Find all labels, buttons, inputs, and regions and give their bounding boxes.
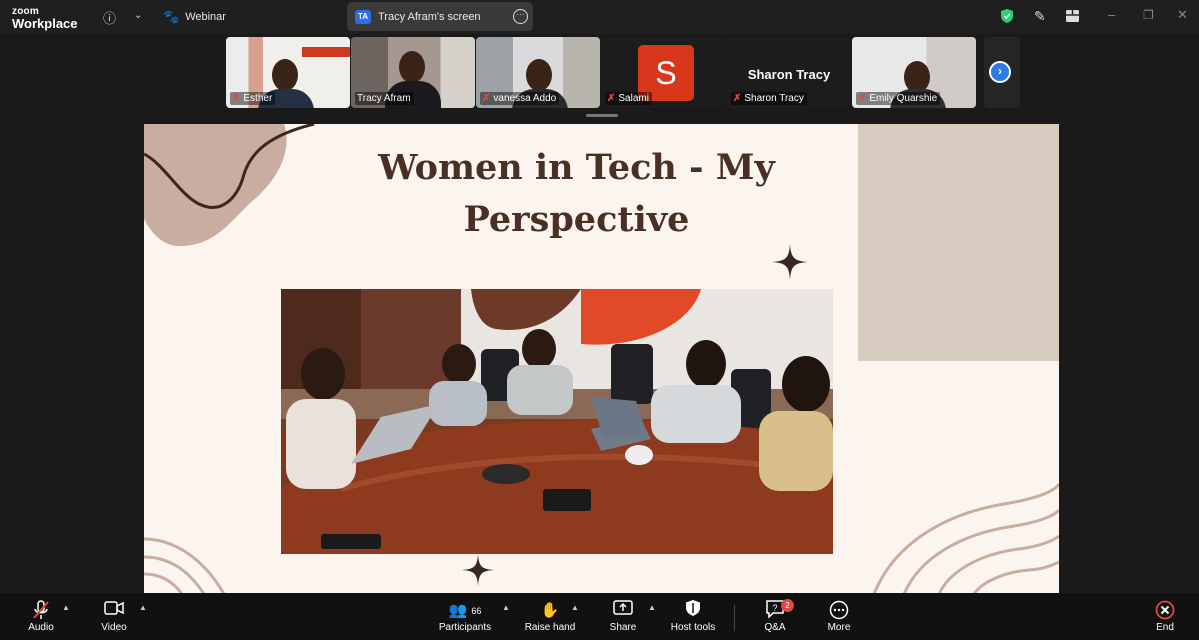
- meeting-toolbar: Audio ▲ Video ▲ 👥 66 Participants ▲ ✋ Ra…: [0, 593, 1199, 640]
- toolbar-divider: [734, 605, 735, 631]
- decorative-blob: [144, 124, 315, 247]
- participant-tile[interactable]: ✗ Esther: [226, 37, 350, 108]
- svg-text:?: ?: [772, 603, 777, 613]
- brand-bottom: Workplace: [12, 16, 78, 31]
- participant-tile-active[interactable]: Tracy Afram: [351, 37, 475, 108]
- chevron-right-icon: ›: [989, 61, 1011, 83]
- video-options-caret[interactable]: ▲: [139, 603, 147, 612]
- shared-screen-slide: Women in Tech - My Perspective: [144, 124, 1059, 594]
- mic-muted-icon: ✗: [482, 93, 491, 104]
- participant-name-tag: ✗ Sharon Tracy: [731, 92, 807, 105]
- video-button[interactable]: Video: [98, 600, 130, 633]
- next-page-button[interactable]: ›: [984, 37, 1020, 108]
- share-options-caret[interactable]: ▲: [648, 603, 656, 612]
- raise-hand-icon: ✋: [540, 602, 560, 619]
- qa-notification-badge: 2: [781, 599, 794, 612]
- participant-name-tag: ✗ vanessa Addo: [480, 92, 560, 105]
- sparkle-icon: [772, 244, 808, 280]
- audio-button[interactable]: Audio: [26, 600, 56, 633]
- participant-tile[interactable]: ✗ Emily Quarshie: [852, 37, 976, 108]
- audio-options-caret[interactable]: ▲: [62, 603, 70, 612]
- mic-muted-icon: ✗: [607, 93, 616, 104]
- more-icon: [824, 600, 854, 622]
- share-screen-icon: [606, 600, 640, 622]
- participants-options-caret[interactable]: ▲: [502, 603, 510, 612]
- more-button[interactable]: More: [824, 600, 854, 633]
- strip-drag-handle[interactable]: [586, 114, 618, 117]
- sparkle-icon: [462, 554, 494, 586]
- participants-count: 66: [471, 606, 482, 616]
- zoom-logo: zoom Workplace: [12, 6, 78, 31]
- participant-tile[interactable]: Sharon Tracy ✗ Sharon Tracy: [727, 37, 851, 108]
- paw-icon: 🐾: [163, 9, 180, 24]
- mic-muted-icon: ✗: [733, 93, 742, 104]
- security-shield-icon[interactable]: [1001, 9, 1013, 23]
- webinar-indicator[interactable]: 🐾 Webinar: [163, 9, 226, 25]
- mic-muted-icon: ✗: [232, 93, 241, 104]
- video-camera-icon: [98, 600, 130, 622]
- end-button[interactable]: End: [1150, 600, 1180, 633]
- sharer-avatar: TA: [355, 9, 371, 24]
- info-icon[interactable]: ⓘ: [103, 8, 116, 27]
- share-button[interactable]: Share: [606, 600, 640, 633]
- minimize-icon[interactable]: –: [1108, 7, 1115, 22]
- chevron-down-icon[interactable]: ⌄: [134, 10, 142, 21]
- host-tools-button[interactable]: Host tools: [669, 600, 717, 633]
- title-bar: zoom Workplace ⓘ ⌄ 🐾 Webinar TA Tracy Af…: [0, 0, 1199, 34]
- host-tools-shield-icon: [669, 600, 717, 622]
- participants-button[interactable]: 👥 66 Participants: [436, 600, 494, 633]
- slide-title: Women in Tech - My Perspective: [378, 147, 775, 240]
- decorative-contour-lines: [872, 483, 1059, 594]
- mic-muted-icon: [26, 600, 56, 622]
- participant-display-name: Sharon Tracy: [747, 67, 831, 82]
- raise-hand-button[interactable]: ✋ Raise hand: [524, 600, 576, 633]
- participant-tile[interactable]: S ✗ Salami: [601, 37, 725, 108]
- participant-name-tag: Tracy Afram: [355, 92, 414, 105]
- participant-tile[interactable]: ✗ vanessa Addo: [476, 37, 600, 108]
- reactions-options-caret[interactable]: ▲: [571, 603, 579, 612]
- participants-icon: 👥 66: [448, 602, 482, 619]
- close-icon[interactable]: ✕: [1177, 7, 1188, 23]
- annotate-pen-icon[interactable]: ✎: [1034, 8, 1046, 25]
- screen-share-label: Tracy Afram's screen: [378, 10, 481, 23]
- participant-name-tag: ✗ Salami: [605, 92, 652, 105]
- decorative-contour-lines: [144, 537, 226, 594]
- webinar-label: Webinar: [185, 11, 226, 23]
- restore-icon[interactable]: ❐: [1143, 8, 1154, 22]
- gallery-view-icon[interactable]: [1066, 10, 1079, 22]
- participant-name-tag: ✗ Emily Quarshie: [856, 92, 941, 105]
- screen-share-pill[interactable]: TA Tracy Afram's screen ···: [347, 2, 533, 31]
- more-options-icon[interactable]: ···: [513, 9, 528, 24]
- team-photo: [281, 289, 833, 554]
- participant-name-tag: ✗ Esther: [230, 92, 276, 105]
- mic-muted-icon: ✗: [858, 93, 867, 104]
- decorative-panel: [858, 124, 1059, 361]
- end-meeting-icon: [1150, 600, 1180, 622]
